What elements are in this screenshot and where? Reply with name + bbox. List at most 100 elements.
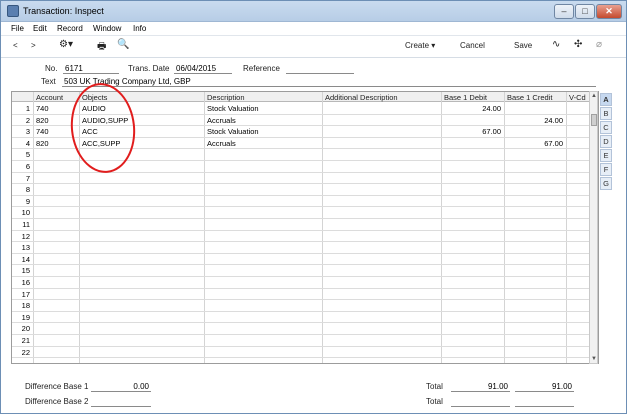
print-preview-icon[interactable]: 🔍	[117, 39, 129, 50]
cancel-button[interactable]: Cancel	[460, 41, 485, 50]
col-vcd[interactable]: V-Cd	[569, 93, 586, 102]
row-number: 14	[21, 254, 30, 264]
tab-d[interactable]: D	[600, 135, 612, 148]
row-number: 11	[22, 220, 30, 229]
table-row[interactable]: 20	[12, 323, 598, 335]
table-row[interactable]: 17	[12, 289, 598, 301]
menu-edit[interactable]: Edit	[33, 24, 47, 33]
tab-b[interactable]: B	[600, 107, 612, 120]
expand-icon[interactable]: ✣	[574, 39, 582, 50]
total-debit: 91.00	[451, 382, 510, 392]
back-icon[interactable]: <	[13, 41, 18, 50]
no-label: No.	[45, 64, 58, 73]
trans-date-label: Trans. Date	[128, 64, 170, 73]
row-number: 12	[21, 231, 30, 241]
table-row[interactable]: 13	[12, 242, 598, 254]
row-number: 20	[21, 324, 30, 334]
table-row[interactable]: 9	[12, 196, 598, 208]
cell-description[interactable]: Accruals	[207, 116, 319, 125]
minimize-button[interactable]: –	[554, 4, 574, 19]
row-number: 1	[25, 104, 30, 113]
cell-account[interactable]: 820	[36, 139, 76, 148]
maximize-button[interactable]: □	[575, 4, 595, 19]
table-row[interactable]: 16	[12, 277, 598, 289]
cell-description[interactable]: Accruals	[207, 139, 319, 148]
table-row[interactable]: 8	[12, 184, 598, 196]
row-number: 3	[25, 127, 30, 137]
window-title: Transaction: Inspect	[23, 6, 104, 16]
print-icon[interactable]: 🖶	[97, 39, 106, 56]
grid-scrollbar[interactable]: ▲ ▼	[589, 91, 598, 364]
tab-g[interactable]: G	[600, 177, 612, 190]
scroll-up-icon[interactable]: ▲	[591, 93, 597, 99]
save-button[interactable]: Save	[514, 41, 532, 50]
row-number: 5	[25, 150, 30, 160]
tab-e[interactable]: E	[600, 149, 612, 162]
total-label: Total	[426, 382, 443, 391]
transaction-window: Transaction: Inspect – □ ✕ File Edit Rec…	[0, 0, 627, 414]
table-row[interactable]: 11	[12, 219, 598, 231]
app-icon	[7, 5, 19, 17]
forward-icon[interactable]: >	[31, 41, 36, 50]
table-row[interactable]: 7	[12, 173, 598, 185]
row-number: 8	[25, 185, 30, 195]
difference-base2-value	[91, 397, 151, 407]
no-field[interactable]: 6171	[63, 64, 119, 74]
activity-icon[interactable]: ∿	[552, 39, 560, 50]
cell-account[interactable]: 740	[36, 104, 76, 113]
col-account[interactable]: Account	[36, 93, 63, 102]
total2-label: Total	[426, 397, 443, 406]
menu-info[interactable]: Info	[133, 24, 146, 33]
row-number: 9	[25, 196, 30, 206]
attachment-icon[interactable]: ⌀	[596, 39, 602, 50]
cell-description[interactable]: Stock Valuation	[207, 127, 319, 136]
reference-field[interactable]	[286, 64, 354, 74]
total-credit: 91.00	[515, 382, 574, 392]
row-number: 21	[21, 336, 30, 345]
difference-base2-label: Difference Base 2	[25, 397, 89, 406]
row-number: 10	[21, 208, 30, 218]
tab-a[interactable]: A	[600, 93, 612, 106]
table-row[interactable]: 18	[12, 300, 598, 312]
total2-debit	[451, 397, 510, 407]
cell-base1-debit[interactable]: 24.00	[444, 104, 501, 113]
cell-base1-debit[interactable]: 67.00	[444, 127, 501, 136]
col-description[interactable]: Description	[207, 93, 245, 102]
title-bar[interactable]: Transaction: Inspect – □ ✕	[1, 1, 626, 22]
menu-file[interactable]: File	[11, 24, 24, 33]
scroll-down-icon[interactable]: ▼	[591, 356, 597, 362]
trans-date-field[interactable]: 06/04/2015	[174, 64, 232, 74]
table-row[interactable]: 12	[12, 231, 598, 243]
gear-icon[interactable]: ⚙▾	[59, 39, 73, 50]
reference-label: Reference	[243, 64, 280, 73]
table-row[interactable]: 15	[12, 265, 598, 277]
menu-record[interactable]: Record	[57, 24, 83, 33]
table-row[interactable]: 19	[12, 312, 598, 324]
row-number: 7	[25, 173, 30, 183]
row-number: 22	[21, 347, 30, 357]
text-label: Text	[41, 77, 56, 86]
scroll-thumb[interactable]	[591, 114, 597, 126]
col-additional-description[interactable]: Additional Description	[325, 93, 398, 102]
col-base1-credit[interactable]: Base 1 Credit	[507, 93, 552, 102]
menu-window[interactable]: Window	[93, 24, 121, 33]
row-number: 16	[21, 278, 30, 287]
col-base1-debit[interactable]: Base 1 Debit	[444, 93, 487, 102]
row-number: 17	[21, 289, 30, 299]
tab-f[interactable]: F	[600, 163, 612, 176]
table-row[interactable]: 22	[12, 347, 598, 359]
close-button[interactable]: ✕	[596, 4, 622, 19]
cell-base1-credit[interactable]: 67.00	[507, 139, 563, 148]
row-number: 4	[25, 138, 30, 148]
tab-c[interactable]: C	[600, 121, 612, 134]
cell-description[interactable]: Stock Valuation	[207, 104, 319, 113]
create-button[interactable]: Create ▾	[405, 41, 435, 50]
row-number: 15	[21, 266, 30, 276]
difference-base1-label: Difference Base 1	[25, 382, 89, 391]
text-field[interactable]: 503 UK Trading Company Ltd, GBP	[62, 77, 596, 87]
table-row[interactable]: 14	[12, 254, 598, 266]
cell-base1-credit[interactable]: 24.00	[507, 116, 563, 125]
table-row[interactable]: 21	[12, 335, 598, 347]
row-number: 6	[25, 162, 30, 171]
table-row[interactable]: 10	[12, 207, 598, 219]
